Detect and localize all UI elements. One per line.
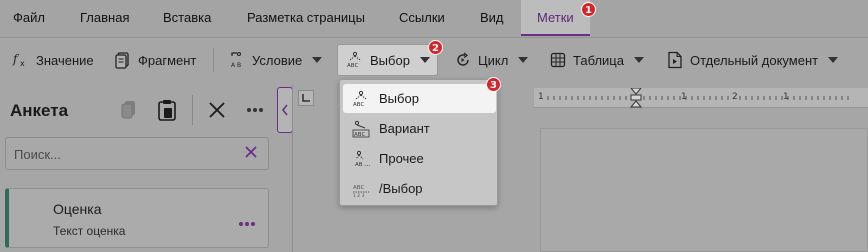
svg-text:1 2 3: 1 2 3 <box>353 193 365 198</box>
search-input[interactable]: Поиск... <box>5 137 269 170</box>
list-item[interactable]: Оценка Текст оценка <box>5 188 269 248</box>
svg-text:ABC: ABC <box>353 102 364 108</box>
svg-text:B: B <box>237 62 241 69</box>
pane-icon-separator <box>192 95 193 125</box>
tab-tags[interactable]: Метки <box>521 0 590 36</box>
chevron-down-icon <box>828 57 839 63</box>
choice-label: Выбор <box>370 52 410 68</box>
svg-text:x: x <box>20 59 25 68</box>
svg-text:ABC: ABC <box>347 63 358 69</box>
svg-text:…: … <box>364 160 370 168</box>
menu-item-end-choice[interactable]: ABC 1 2 3 /Выбор <box>343 174 496 203</box>
choice-dropdown-menu: ABC Выбор ABC Вариант AB… Прочее ABC 1 2 … <box>339 79 498 206</box>
table-label: Таблица <box>573 52 624 68</box>
chevron-down-icon <box>419 57 430 63</box>
menu-item-label: Выбор <box>379 91 419 106</box>
value-label: Значение <box>36 52 94 68</box>
step-badge-2: 2 <box>428 40 443 55</box>
tab-insert[interactable]: Вставка <box>163 0 211 36</box>
horizontal-ruler[interactable]: 1 1 1 2 1 <box>534 88 868 108</box>
ruler-label: 1 <box>681 92 687 102</box>
menu-item-label: /Выбор <box>379 181 423 196</box>
tab-home[interactable]: Главная <box>80 0 129 36</box>
separate-document-button[interactable]: Отдельный документ <box>666 44 839 76</box>
pane-border <box>292 85 293 252</box>
document-play-icon <box>666 51 684 69</box>
end-choice-icon: ABC 1 2 3 <box>351 180 371 198</box>
svg-text:ABC: ABC <box>354 132 365 138</box>
close-icon[interactable] <box>206 99 228 121</box>
ruler-label: 2 <box>732 92 738 102</box>
item-more-icon[interactable] <box>238 211 256 232</box>
condition-label: Условие <box>252 52 303 68</box>
svg-text:f: f <box>12 52 20 66</box>
table-icon <box>549 51 567 69</box>
choice-button[interactable]: ABC Выбор <box>337 44 438 76</box>
questionnaire-pane: Анкета Поиск... Оценка Текст оценка <box>0 85 280 252</box>
menu-item-label: Прочее <box>379 151 424 166</box>
table-button[interactable]: Таблица <box>549 44 644 76</box>
fragment-button[interactable]: Фрагмент <box>114 44 196 76</box>
loop-icon <box>454 51 472 69</box>
toolbar-separator <box>213 48 214 72</box>
ruler-label: 1 <box>538 92 544 102</box>
fragment-label: Фрагмент <box>138 52 197 68</box>
tab-stop-selector[interactable] <box>298 90 314 106</box>
document-page[interactable] <box>540 128 868 252</box>
more-options-icon[interactable] <box>244 99 266 121</box>
item-title: Оценка <box>53 201 102 217</box>
fragment-icon <box>114 51 132 69</box>
value-button[interactable]: fx Значение <box>12 44 94 76</box>
loop-label: Цикл <box>478 52 509 68</box>
other-icon: AB… <box>351 150 371 168</box>
menu-item-variant[interactable]: ABC Вариант <box>343 114 496 143</box>
tab-references[interactable]: Ссылки <box>399 0 445 36</box>
svg-text:AB: AB <box>355 162 363 168</box>
choice-icon: ABC <box>346 51 364 69</box>
menu-item-other[interactable]: AB… Прочее <box>343 144 496 173</box>
choice-icon: ABC <box>351 90 371 108</box>
tab-file[interactable]: Файл <box>13 0 45 36</box>
menu-item-label: Вариант <box>379 121 430 136</box>
toolbar: fx Значение Фрагмент AB Условие ABC Выбо… <box>0 38 868 84</box>
chevron-left-icon <box>281 104 288 116</box>
tab-page-layout[interactable]: Разметка страницы <box>247 0 365 36</box>
collapse-pane-button[interactable] <box>277 87 293 133</box>
variant-icon: ABC <box>351 120 371 138</box>
menu-item-choice[interactable]: ABC Выбор <box>343 84 496 113</box>
step-badge-3: 3 <box>486 77 501 92</box>
chevron-down-icon <box>633 57 644 63</box>
item-subtitle: Текст оценка <box>53 224 126 238</box>
loop-button[interactable]: Цикл <box>454 44 529 76</box>
ruler-label: 1 <box>783 92 789 102</box>
menu-tab-bar: Файл Главная Вставка Разметка страницы С… <box>0 0 868 37</box>
svg-text:ABC: ABC <box>353 185 364 191</box>
clear-search-icon[interactable] <box>244 145 258 162</box>
copy-icon[interactable] <box>118 99 140 121</box>
condition-button[interactable]: AB Условие <box>228 44 323 76</box>
paste-icon[interactable] <box>156 99 178 121</box>
step-badge-1: 1 <box>581 2 596 17</box>
condition-icon: AB <box>228 51 246 69</box>
tab-view[interactable]: Вид <box>480 0 504 36</box>
pane-title: Анкета <box>10 101 69 120</box>
chevron-down-icon <box>312 57 323 63</box>
svg-text:A: A <box>231 62 236 69</box>
chevron-down-icon <box>518 57 529 63</box>
search-placeholder: Поиск... <box>14 147 61 162</box>
fx-icon: fx <box>12 51 30 69</box>
separate-document-label: Отдельный документ <box>690 52 819 68</box>
